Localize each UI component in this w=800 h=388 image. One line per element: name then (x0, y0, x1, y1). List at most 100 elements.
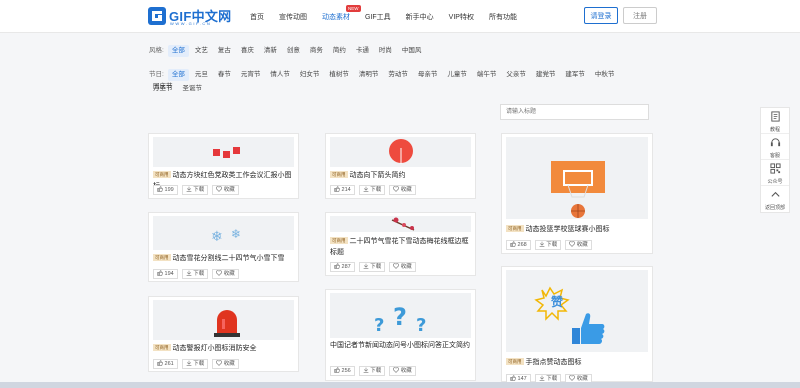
collect-button[interactable]: 收藏 (212, 185, 239, 195)
card-thumbnail[interactable] (330, 216, 471, 232)
collect-button[interactable]: 收藏 (389, 185, 416, 195)
asset-card[interactable]: ❄ ❄ 可商用 动态雪花分割线二十四节气小雪下雪 194 下载 收藏 (148, 212, 299, 282)
qrcode-icon (769, 163, 781, 174)
festival-tag-all[interactable]: 全部 (167, 69, 189, 81)
festival-tag[interactable]: 端午节 (473, 69, 501, 81)
card-title[interactable]: 可商用 动态向下箭头简约 (330, 170, 471, 181)
style-tag-all[interactable]: 全部 (167, 45, 189, 57)
site-logo[interactable]: GIF中文网 WWW.GIF.CN (147, 6, 232, 28)
style-tag[interactable]: 中国风 (398, 45, 426, 57)
title-search-input[interactable] (500, 104, 649, 120)
download-button[interactable]: 下载 (181, 185, 209, 195)
style-tag[interactable]: 创意 (283, 45, 304, 57)
card-thumbnail[interactable]: 赞 (506, 270, 648, 352)
nav-all-features[interactable]: 所有功能 (489, 12, 517, 24)
asset-card[interactable]: ? ? ? 中国记者节新闻动态问号小图标问答正文简约 256 下载 收藏 (325, 289, 476, 381)
card-actions: 287 下载 收藏 (330, 262, 420, 272)
heart-icon (393, 367, 400, 373)
festival-tag[interactable]: 春节 (214, 69, 235, 81)
card-title[interactable]: 可商用 二十四节气雪花下雪动态梅花线框边框标题 (330, 236, 471, 258)
festival-tag[interactable]: 植树节 (325, 69, 353, 81)
download-button[interactable]: 下载 (358, 366, 386, 376)
download-button[interactable]: 下载 (358, 262, 386, 272)
login-button[interactable]: 请登录 (584, 7, 618, 24)
festival-tag[interactable]: 万圣节 (149, 83, 177, 95)
collect-button[interactable]: 收藏 (389, 262, 416, 272)
style-tag[interactable]: 复古 (214, 45, 235, 57)
asset-card[interactable]: 可商用动态方块红色党政类工作会议汇报小图标 199 下载 收藏 (148, 133, 299, 199)
card-title[interactable]: 可商用 动态投篮学校篮球赛小图标 (506, 224, 648, 235)
style-tag[interactable]: 文艺 (191, 45, 212, 57)
download-icon (186, 270, 192, 276)
festival-tag[interactable]: 儿童节 (443, 69, 471, 81)
asset-card[interactable]: 可商用 动态投篮学校篮球赛小图标 268 下载 收藏 (501, 133, 653, 254)
download-button[interactable]: 下载 (181, 269, 209, 279)
style-tag[interactable]: 简约 (329, 45, 350, 57)
download-label: 下载 (193, 271, 205, 277)
like-button[interactable]: 287 (330, 262, 355, 272)
logo-subtext: WWW.GIF.CN (170, 21, 212, 26)
festival-tag[interactable]: 清明节 (355, 69, 383, 81)
festival-tag[interactable]: 情人节 (266, 69, 294, 81)
style-tag[interactable]: 时尚 (375, 45, 396, 57)
card-thumbnail[interactable] (506, 137, 648, 219)
collect-button[interactable]: 收藏 (389, 366, 416, 376)
like-button[interactable]: 268 (506, 240, 531, 250)
collect-button[interactable]: 收藏 (212, 359, 239, 369)
style-tag[interactable]: 清新 (260, 45, 281, 57)
festival-tag[interactable]: 建党节 (532, 69, 560, 81)
festival-tag[interactable]: 父亲节 (502, 69, 530, 81)
festival-tag[interactable]: 元旦 (191, 69, 212, 81)
asset-card[interactable]: 可商用 动态警报灯小图标消防安全 261 下载 收藏 (148, 296, 299, 372)
card-thumbnail[interactable] (153, 300, 294, 340)
card-thumbnail[interactable] (330, 137, 471, 167)
like-button[interactable]: 261 (153, 359, 178, 369)
like-button[interactable]: 194 (153, 269, 178, 279)
card-title[interactable]: 可商用 动态警报灯小图标消防安全 (153, 343, 294, 354)
card-thumbnail[interactable]: ❄ ❄ (153, 216, 294, 250)
svg-text:?: ? (374, 315, 384, 336)
side-wechat-account[interactable]: 公众号 (761, 160, 789, 186)
nav-vip[interactable]: VIP特权 (449, 12, 474, 24)
side-customer-service[interactable]: 客服 (761, 134, 789, 160)
festival-tag[interactable]: 母亲节 (414, 69, 442, 81)
download-button[interactable]: 下载 (181, 359, 209, 369)
asset-card[interactable]: 可商用 动态向下箭头简约 214 下载 收藏 (325, 133, 476, 199)
nav-home[interactable]: 首页 (250, 12, 264, 24)
svg-text:赞: 赞 (550, 294, 563, 309)
asset-card[interactable]: 可商用 二十四节气雪花下雪动态梅花线框边框标题 287 下载 收藏 (325, 212, 476, 276)
download-button[interactable]: 下载 (358, 185, 386, 195)
card-actions: 199 下载 收藏 (153, 185, 243, 195)
download-button[interactable]: 下载 (534, 240, 562, 250)
card-title[interactable]: 可商用 手指点赞动态图标 (506, 357, 648, 368)
style-tag[interactable]: 喜庆 (237, 45, 258, 57)
festival-tag[interactable]: 妇女节 (296, 69, 324, 81)
festival-tag[interactable]: 圣诞节 (179, 83, 207, 95)
festival-tag[interactable]: 中秋节 (591, 69, 619, 81)
nav-gif-tools[interactable]: GIF工具 (365, 12, 391, 24)
register-button[interactable]: 注册 (623, 7, 657, 24)
festival-tag[interactable]: 劳动节 (384, 69, 412, 81)
style-tag[interactable]: 商务 (306, 45, 327, 57)
card-thumbnail[interactable] (153, 137, 294, 167)
collect-button[interactable]: 收藏 (212, 269, 239, 279)
card-thumbnail[interactable]: ? ? ? (330, 293, 471, 338)
asset-card[interactable]: 赞 可商用 手指点赞动态图标 147 下载 收藏 (501, 266, 653, 384)
commercial-badge: 可商用 (153, 344, 171, 351)
nav-dynamic-assets[interactable]: 动态素材 NEW (322, 5, 361, 24)
like-button[interactable]: 256 (330, 366, 355, 376)
side-tutorial[interactable]: 教程 (761, 108, 789, 134)
nav-beginner-center[interactable]: 新手中心 (406, 12, 434, 24)
side-toolbar: 教程 客服 公众号 返回顶部 (760, 107, 790, 213)
card-title[interactable]: 可商用 动态雪花分割线二十四节气小雪下雪 (153, 253, 294, 264)
nav-promo-gif[interactable]: 宣传动图 (279, 12, 307, 24)
card-title[interactable]: 中国记者节新闻动态问号小图标问答正文简约 (330, 340, 471, 351)
festival-tag[interactable]: 建军节 (561, 69, 589, 81)
side-back-to-top[interactable]: 返回顶部 (761, 186, 789, 212)
style-tag[interactable]: 卡通 (352, 45, 373, 57)
like-button[interactable]: 199 (153, 185, 178, 195)
festival-tag[interactable]: 元宵节 (237, 69, 265, 81)
collect-button[interactable]: 收藏 (565, 240, 592, 250)
like-count: 194 (164, 271, 174, 277)
like-button[interactable]: 214 (330, 185, 355, 195)
